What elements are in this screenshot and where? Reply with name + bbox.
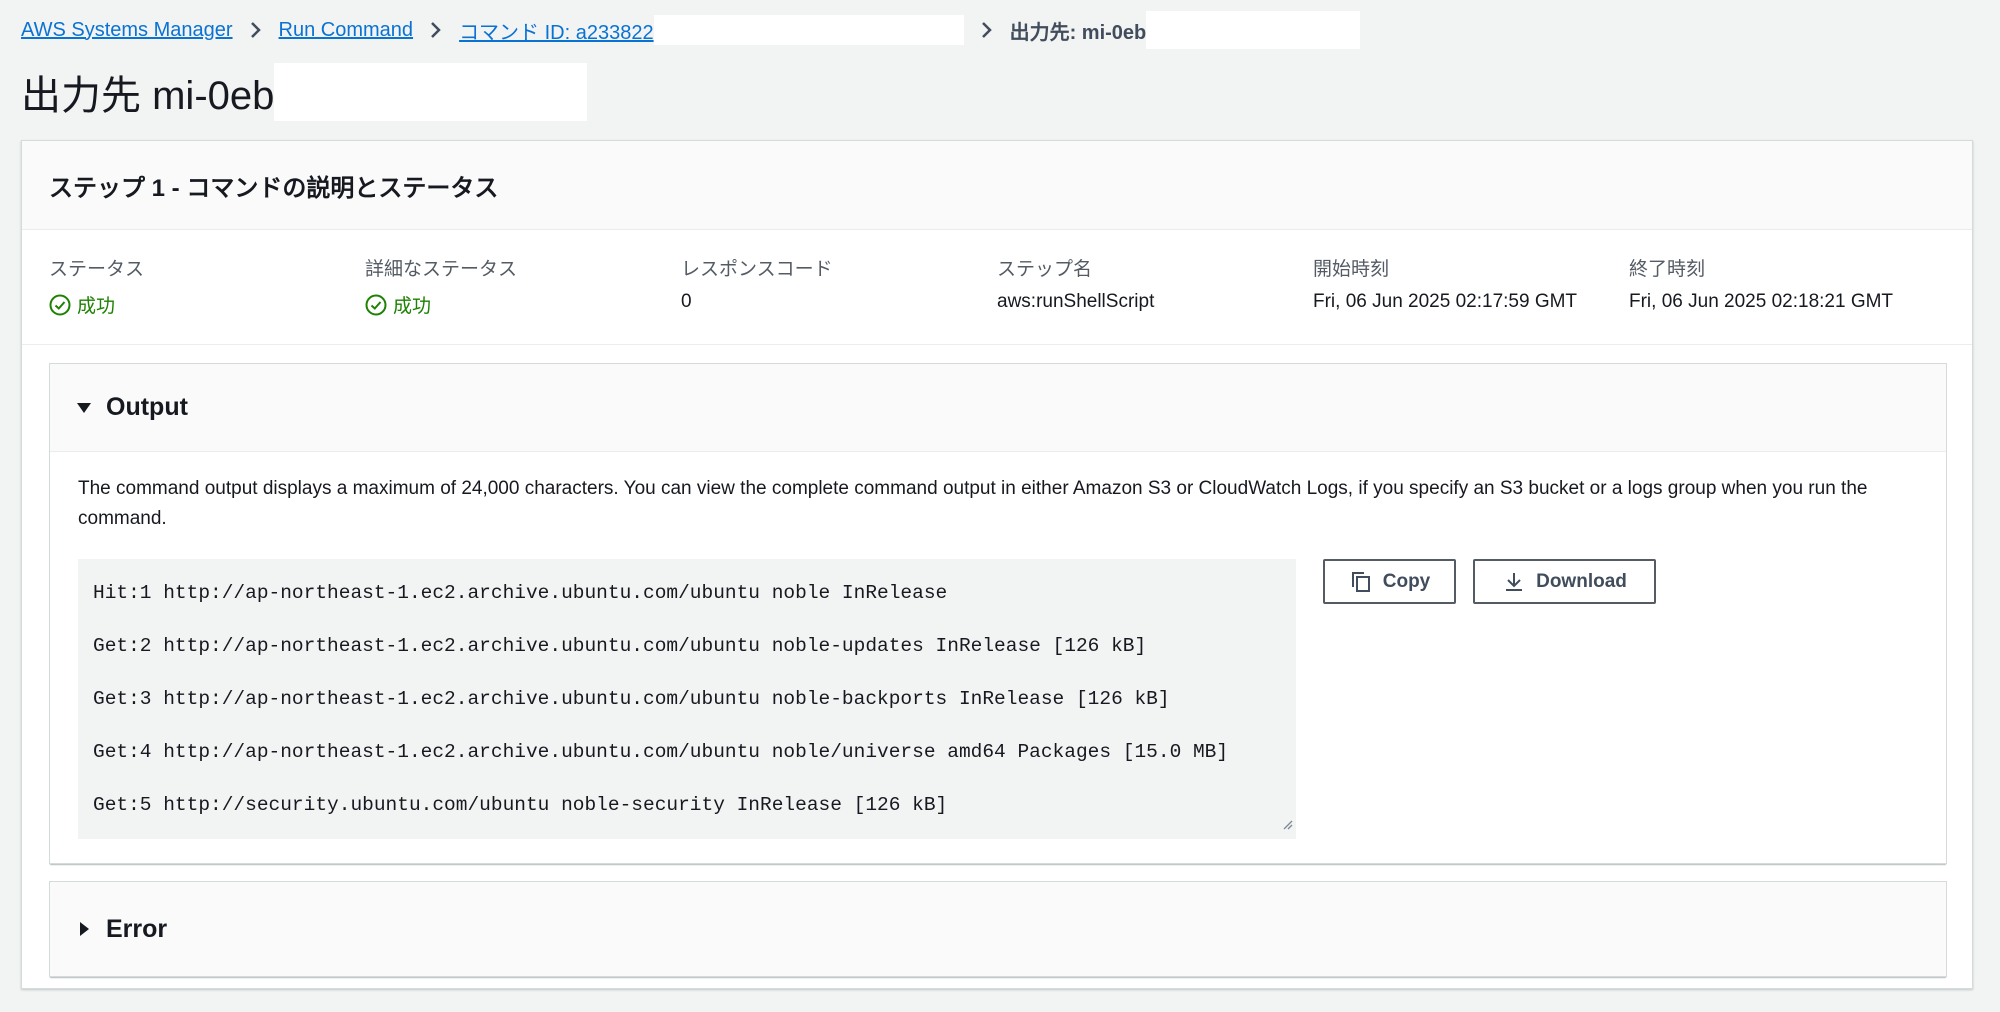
step-title: ステップ 1 - コマンドの説明とステータス (49, 174, 499, 202)
redacted-area (1146, 11, 1361, 49)
redacted-area (274, 63, 588, 121)
error-section: Error (49, 881, 1947, 977)
chevron-right-icon (429, 20, 443, 40)
response-code-field: レスポンスコード 0 (681, 254, 997, 344)
step-container: ステップ 1 - コマンドの説明とステータス ステータス 成功 詳細なステータス… (21, 140, 1973, 989)
chevron-right-icon (249, 20, 263, 40)
end-time-field: 終了時刻 Fri, 06 Jun 2025 02:18:21 GMT (1629, 254, 1945, 344)
output-line: Get:5 http://security.ubuntu.com/ubuntu … (93, 794, 948, 816)
download-button[interactable]: Download (1473, 559, 1656, 604)
output-line: Get:4 http://ap-northeast-1.ec2.archive.… (93, 741, 1229, 763)
breadcrumb-command-id[interactable]: コマンド ID: a233822 (459, 16, 654, 45)
output-line: Get:3 http://ap-northeast-1.ec2.archive.… (93, 688, 1170, 710)
check-circle-icon (49, 294, 71, 316)
output-description: The command output displays a maximum of… (78, 478, 1868, 529)
step-header: ステップ 1 - コマンドの説明とステータス (22, 141, 1972, 230)
detailed-status-value: 成功 (365, 291, 681, 318)
copy-icon (1349, 570, 1373, 594)
status-value-text: 成功 (77, 296, 116, 317)
caret-down-icon (76, 400, 92, 416)
start-time-field: 開始時刻 Fri, 06 Jun 2025 02:17:59 GMT (1313, 254, 1629, 344)
copy-button[interactable]: Copy (1323, 559, 1456, 604)
page-header: 出力先 mi-0eb (21, 62, 588, 122)
caret-right-icon (76, 921, 92, 937)
step-name-field: ステップ名 aws:runShellScript (997, 254, 1313, 344)
end-time-label: 終了時刻 (1629, 259, 1706, 280)
download-button-label: Download (1536, 570, 1627, 592)
detailed-status-value-text: 成功 (393, 296, 432, 317)
start-time-value: Fri, 06 Jun 2025 02:17:59 GMT (1313, 291, 1578, 312)
detailed-status-field: 詳細なステータス 成功 (365, 254, 681, 344)
resize-handle-icon[interactable] (1281, 814, 1293, 836)
status-label: ステータス (49, 259, 145, 280)
output-line: Hit:1 http://ap-northeast-1.ec2.archive.… (93, 582, 948, 604)
breadcrumb-systems-manager[interactable]: AWS Systems Manager (21, 19, 233, 42)
chevron-right-icon (980, 20, 994, 40)
breadcrumb-run-command[interactable]: Run Command (279, 19, 414, 42)
breadcrumb: AWS Systems Manager Run Command コマンド ID:… (21, 10, 1361, 50)
output-line: Get:2 http://ap-northeast-1.ec2.archive.… (93, 635, 1147, 657)
response-code-value: 0 (681, 291, 692, 312)
error-title: Error (106, 914, 168, 943)
end-time-value: Fri, 06 Jun 2025 02:18:21 GMT (1629, 291, 1894, 312)
output-title: Output (106, 393, 188, 421)
output-textarea[interactable]: Hit:1 http://ap-northeast-1.ec2.archive.… (78, 559, 1296, 839)
step-name-value: aws:runShellScript (997, 291, 1155, 312)
status-grid: ステータス 成功 詳細なステータス 成功 レスポンスコード 0 ステップ名 aw… (22, 230, 1972, 345)
step-name-label: ステップ名 (997, 259, 1093, 280)
check-circle-icon (365, 294, 387, 316)
copy-button-label: Copy (1382, 570, 1431, 592)
response-code-label: レスポンスコード (681, 259, 833, 280)
download-icon (1502, 570, 1526, 594)
output-section: Output The command output displays a max… (49, 363, 1947, 864)
output-section-header[interactable]: Output (50, 364, 1946, 452)
page-title: 出力先 mi-0eb (21, 74, 275, 118)
status-field: ステータス 成功 (49, 254, 365, 344)
error-section-header[interactable]: Error (50, 882, 1946, 976)
breadcrumb-current: 出力先: mi-0eb (1009, 21, 1147, 44)
status-value: 成功 (49, 291, 365, 318)
redacted-area (653, 15, 964, 45)
start-time-label: 開始時刻 (1313, 259, 1390, 280)
detailed-status-label: 詳細なステータス (365, 259, 518, 280)
